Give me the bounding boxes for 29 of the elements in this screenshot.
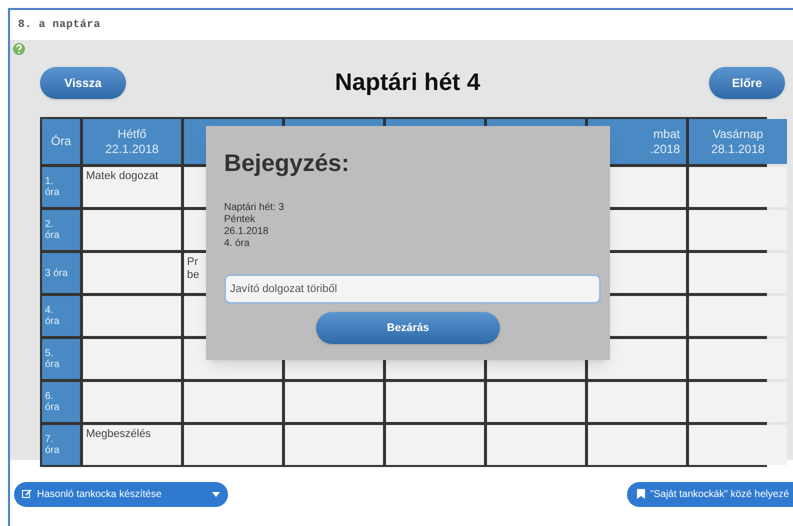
table-cell: Megbeszélés [83, 425, 181, 465]
entry-input[interactable]: Javító dolgozat töriből [224, 274, 601, 304]
back-button[interactable]: Vissza [40, 67, 126, 99]
row-label: 6. óra [42, 382, 80, 422]
forward-button[interactable]: Előre [709, 67, 785, 99]
caret-icon [212, 492, 220, 496]
edit-icon [22, 489, 32, 499]
row-label: 7. óra [42, 425, 80, 465]
row-label: 3 óra [42, 253, 80, 293]
row-label: 5. óra [42, 339, 80, 379]
detail-text: 26.1.2018 [224, 226, 268, 238]
detail-text: 4. óra [224, 238, 250, 250]
save-to-cards-button[interactable]: "Saját tankockák" közé helyezé [627, 482, 793, 506]
help-icon[interactable] [12, 42, 26, 56]
similar-card-button[interactable]: Hasonló tankocka készítése [14, 482, 228, 506]
detail-text: Péntek [224, 214, 256, 226]
close-button[interactable]: Bezárás [316, 312, 500, 344]
column-header: Vasárnap 28.1.2018 [689, 119, 787, 164]
window-title: 8. a naptára [18, 18, 101, 33]
column-header: Hétfő 22.1.2018 [83, 119, 181, 164]
row-label: 2. óra [42, 210, 80, 250]
detail-text: Naptári hét: 3 [224, 202, 284, 214]
week-title: Naptári hét 4 [334, 68, 480, 98]
row-label: 1. óra [42, 167, 80, 207]
column-header: Óra [42, 119, 80, 164]
dialog-title: Bejegyzés: [224, 149, 350, 179]
bookmark-icon [637, 489, 646, 499]
table-cell: Matek dogozat [83, 167, 181, 207]
row-label: 4. óra [42, 296, 80, 336]
